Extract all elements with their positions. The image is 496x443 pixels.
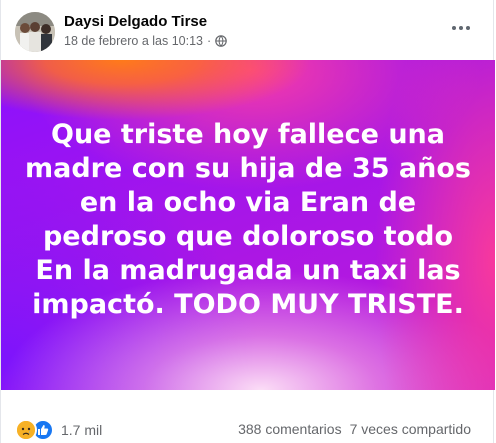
dot-icon [452, 26, 456, 30]
post-stats: 388 comentarios 7 veces compartido [238, 421, 471, 437]
avatar[interactable] [15, 12, 55, 52]
author-name[interactable]: Daysi Delgado Tirse [64, 13, 207, 30]
post-background: Que triste hoy fallece una madre con su … [1, 60, 495, 390]
post-header: Daysi Delgado Tirse 18 de febrero a las … [1, 0, 493, 60]
sad-icon [15, 419, 37, 441]
shares-count[interactable]: 7 veces compartido [350, 421, 471, 437]
dot-icon [466, 26, 470, 30]
comments-count[interactable]: 388 comentarios [238, 421, 342, 437]
more-options-button[interactable] [449, 20, 473, 36]
dot-icon [459, 26, 463, 30]
meta-separator: · [207, 34, 212, 48]
reaction-count[interactable]: 1.7 mil [61, 422, 102, 438]
post-meta: 18 de febrero a las 10:13 · [64, 34, 227, 48]
post-date[interactable]: 18 de febrero a las 10:13 [64, 34, 203, 48]
post-footer: 1.7 mil 388 comentarios 7 veces compartid… [1, 390, 493, 443]
globe-icon [215, 35, 227, 47]
post-card: Daysi Delgado Tirse 18 de febrero a las … [0, 0, 495, 443]
post-text: Que triste hoy fallece una madre con su … [24, 119, 471, 320]
reactions-summary[interactable]: 1.7 mil [15, 419, 102, 441]
